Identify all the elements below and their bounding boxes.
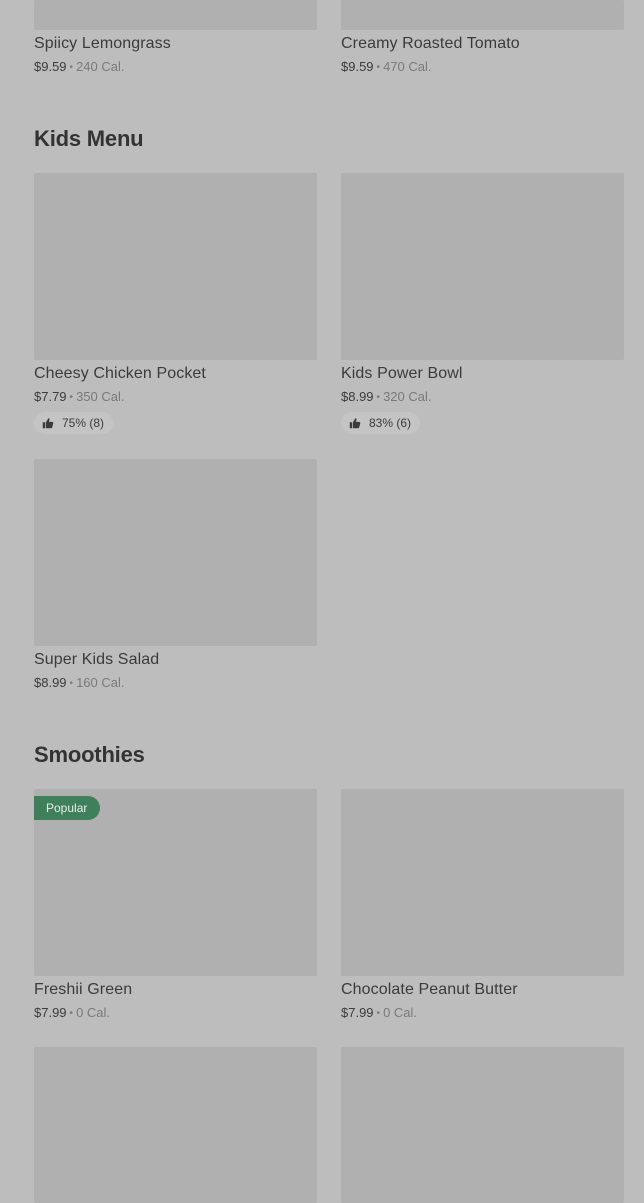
item-name[interactable]: Cheesy Chicken Pocket (34, 365, 206, 383)
item-name[interactable]: Spiicy Lemongrass (34, 35, 171, 53)
item-calories: 320 Cal. (383, 389, 432, 404)
item-image-super-kids-salad[interactable] (34, 459, 317, 646)
item-price: $7.79 (34, 389, 67, 404)
item-calories: 160 Cal. (76, 675, 125, 690)
item-name[interactable]: Freshii Green (34, 981, 132, 999)
rating-text: 83% (6) (369, 416, 412, 430)
separator: • (376, 62, 381, 73)
item-image-creamy-roasted-tomato[interactable] (341, 0, 624, 30)
separator: • (376, 392, 381, 403)
thumbs-up-icon (42, 418, 54, 429)
item-image-kids-power-bowl[interactable] (341, 173, 624, 360)
item-price-calories: $8.99 • 320 Cal. (341, 389, 431, 404)
section-title-kids-menu: Kids Menu (34, 126, 144, 151)
separator: • (69, 678, 74, 689)
item-name[interactable]: Creamy Roasted Tomato (341, 35, 520, 53)
item-price-calories: $7.99 • 0 Cal. (34, 1005, 110, 1020)
item-calories: 0 Cal. (383, 1005, 418, 1020)
item-price-calories: $7.79 • 350 Cal. (34, 389, 124, 404)
section-title-smoothies: Smoothies (34, 742, 145, 767)
rating-pill: 75% (8) (34, 412, 114, 434)
item-price-calories: $9.59 • 470 Cal. (341, 59, 431, 74)
rating-text: 75% (8) (62, 416, 105, 430)
item-image-cheesy-chicken-pocket[interactable] (34, 173, 317, 360)
item-price-calories: $9.59 • 240 Cal. (34, 59, 124, 74)
item-price: $7.99 (34, 1005, 67, 1020)
popular-badge: Popular (34, 796, 101, 820)
separator: • (376, 1008, 381, 1019)
item-image-spiicy-lemongrass[interactable] (34, 0, 317, 30)
item-name[interactable]: Kids Power Bowl (341, 365, 463, 383)
item-calories: 470 Cal. (383, 59, 432, 74)
separator: • (69, 62, 74, 73)
item-image[interactable] (34, 1047, 317, 1203)
item-price: $9.59 (34, 59, 67, 74)
item-name[interactable]: Super Kids Salad (34, 651, 159, 669)
item-price: $7.99 (341, 1005, 374, 1020)
item-calories: 350 Cal. (76, 389, 125, 404)
rating-pill: 83% (6) (341, 412, 421, 434)
item-calories: 240 Cal. (76, 59, 125, 74)
thumbs-up-icon (349, 418, 361, 429)
item-calories: 0 Cal. (76, 1005, 111, 1020)
item-price: $8.99 (34, 675, 67, 690)
separator: • (69, 392, 74, 403)
menu-page: Spiicy Lemongrass $9.59 • 240 Cal. Creamy … (0, 0, 644, 1203)
item-image-chocolate-peanut-butter[interactable] (341, 789, 624, 976)
item-price-calories: $8.99 • 160 Cal. (34, 675, 124, 690)
item-name[interactable]: Chocolate Peanut Butter (341, 981, 518, 999)
separator: • (69, 1008, 74, 1019)
item-price: $9.59 (341, 59, 374, 74)
item-price: $8.99 (341, 389, 374, 404)
item-image[interactable] (341, 1047, 624, 1203)
item-price-calories: $7.99 • 0 Cal. (341, 1005, 417, 1020)
